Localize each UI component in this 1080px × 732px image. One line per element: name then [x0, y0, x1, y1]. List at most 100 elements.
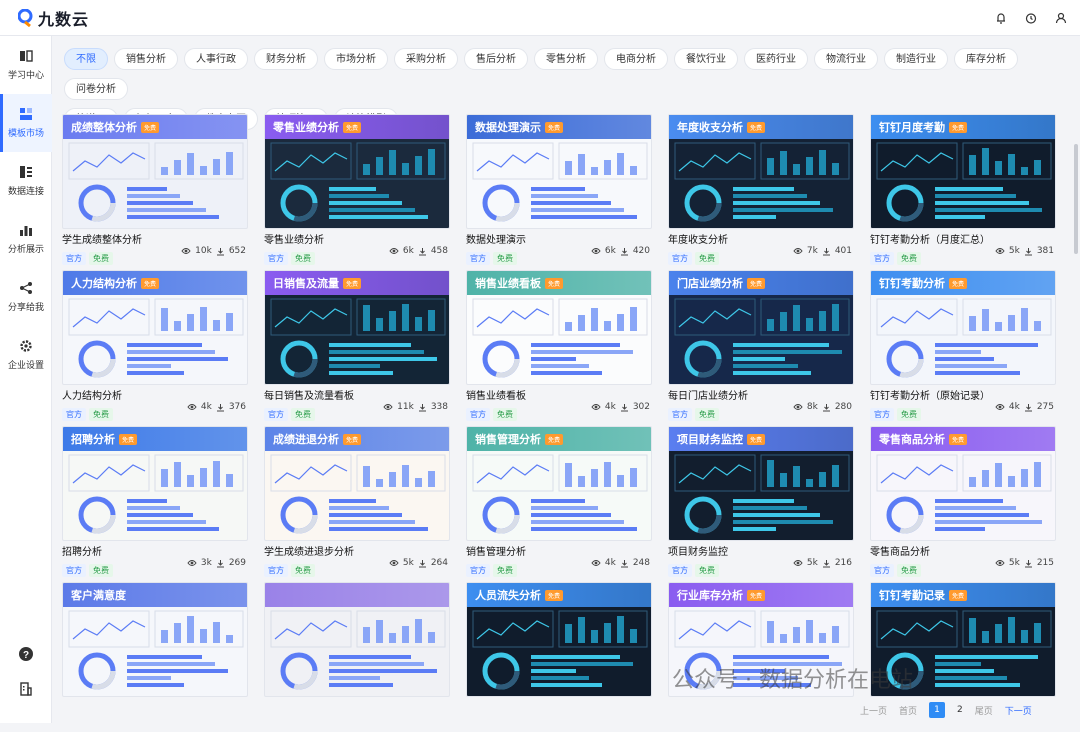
- download-icon: [1024, 559, 1032, 567]
- template-name[interactable]: 学生成绩整体分析: [62, 231, 142, 246]
- template-name[interactable]: 年度收支分析: [668, 231, 728, 246]
- template-card[interactable]: 零售业绩分析 免费 零售业绩分析 官方 免费 6k 458: [264, 114, 450, 265]
- template-thumbnail[interactable]: 成绩整体分析 免费: [62, 114, 248, 229]
- sidebar-item-enterprise[interactable]: 企业设置: [0, 326, 52, 384]
- user-icon[interactable]: [1052, 9, 1070, 27]
- filter-chip[interactable]: 市场分析: [324, 48, 388, 70]
- sidebar-item-data-connection[interactable]: 数据连接: [0, 152, 52, 210]
- template-thumbnail[interactable]: [264, 582, 450, 697]
- template-thumbnail[interactable]: 年度收支分析 免费: [668, 114, 854, 229]
- first-page-button[interactable]: 首页: [899, 704, 917, 717]
- filter-chip[interactable]: 采购分析: [394, 48, 458, 70]
- clock-icon[interactable]: [1022, 9, 1040, 27]
- template-thumbnail[interactable]: 数据处理演示 免费: [466, 114, 652, 229]
- template-thumbnail[interactable]: 零售商品分析 免费: [870, 426, 1056, 541]
- template-card[interactable]: 年度收支分析 免费 年度收支分析 官方 免费 7k 401: [668, 114, 854, 265]
- template-name[interactable]: 钉钉考勤分析（月度汇总）: [870, 231, 990, 246]
- prev-page-button[interactable]: 上一页: [860, 704, 887, 717]
- template-name[interactable]: 项目财务监控: [668, 543, 728, 558]
- template-card[interactable]: 成绩进退分析 免费 学生成绩进退步分析 官方 免费 5k 264: [264, 426, 450, 577]
- template-card[interactable]: 项目财务监控 免费 项目财务监控 官方 免费 5k 216: [668, 426, 854, 577]
- filter-chip[interactable]: 财务分析: [254, 48, 318, 70]
- view-count: 8k: [806, 402, 818, 412]
- template-thumbnail[interactable]: 人员流失分析 免费: [466, 582, 652, 697]
- card-meta: 官方 免费 10k 652: [62, 246, 248, 265]
- thumbnail-header: 零售商品分析 免费: [871, 427, 1055, 451]
- filter-chip[interactable]: 物流行业: [814, 48, 878, 70]
- template-card[interactable]: [264, 582, 450, 732]
- template-card[interactable]: 成绩整体分析 免费学生成绩整体分析 官方 免费 10k 652: [62, 114, 248, 265]
- template-name[interactable]: 销售管理分析: [466, 543, 526, 558]
- template-card[interactable]: 零售商品分析 免费 零售商品分析 官方 免费 5k 215: [870, 426, 1056, 577]
- sidebar-item-analysis[interactable]: 分析展示: [0, 210, 52, 268]
- official-tag: 官方: [264, 252, 288, 265]
- template-name[interactable]: 学生成绩进退步分析: [264, 543, 354, 558]
- view-count: 4k: [1008, 402, 1020, 412]
- scrollbar[interactable]: [1074, 144, 1078, 254]
- template-thumbnail[interactable]: 招聘分析 免费: [62, 426, 248, 541]
- sidebar-item-shared[interactable]: 分享给我: [0, 268, 52, 326]
- template-card[interactable]: 钉钉考勤分析 免费 钉钉考勤分析（原始记录） 官方 免费 4k 275: [870, 270, 1056, 421]
- sidebar-item-templates[interactable]: 模板市场: [0, 94, 52, 152]
- download-count: 302: [632, 402, 650, 412]
- template-name[interactable]: 每日门店业绩分析: [668, 387, 748, 402]
- template-thumbnail[interactable]: 门店业绩分析 免费: [668, 270, 854, 385]
- filter-chip[interactable]: 制造行业: [884, 48, 948, 70]
- share-icon: [20, 282, 32, 294]
- template-card[interactable]: 数据处理演示 免费 数据处理演示 官方 免费 6k 420: [466, 114, 652, 265]
- template-card[interactable]: 行业库存分析 免费: [668, 582, 854, 732]
- next-page-button[interactable]: 下一页: [1005, 704, 1032, 717]
- template-thumbnail[interactable]: 钉钉考勤分析 免费: [870, 270, 1056, 385]
- help-button[interactable]: ?: [0, 646, 52, 662]
- template-name[interactable]: 数据处理演示: [466, 231, 526, 246]
- template-card[interactable]: 门店业绩分析 免费 每日门店业绩分析 官方 免费 8k 280: [668, 270, 854, 421]
- filter-chip[interactable]: 库存分析: [954, 48, 1018, 70]
- template-card[interactable]: 人员流失分析 免费: [466, 582, 652, 732]
- filter-chip[interactable]: 人事行政: [184, 48, 248, 70]
- download-count: 652: [228, 246, 246, 256]
- page-1-button[interactable]: 1: [929, 702, 946, 718]
- bell-icon[interactable]: [992, 9, 1010, 27]
- filter-chip[interactable]: 问卷分析: [64, 78, 128, 100]
- template-thumbnail[interactable]: 钉钉月度考勤 免费: [870, 114, 1056, 229]
- filter-chip[interactable]: 医药行业: [744, 48, 808, 70]
- page-2-button[interactable]: 2: [957, 705, 963, 715]
- template-thumbnail[interactable]: 零售业绩分析 免费: [264, 114, 450, 229]
- template-card[interactable]: 钉钉月度考勤 免费 钉钉考勤分析（月度汇总） 官方 免费 5k 381: [870, 114, 1056, 265]
- template-thumbnail[interactable]: 成绩进退分析 免费: [264, 426, 450, 541]
- template-name[interactable]: 招聘分析: [62, 543, 102, 558]
- template-thumbnail[interactable]: 销售管理分析 免费: [466, 426, 652, 541]
- template-thumbnail[interactable]: 日销售及流量 免费: [264, 270, 450, 385]
- top-bar: 九数云: [0, 0, 1080, 36]
- filter-chip[interactable]: 销售分析: [114, 48, 178, 70]
- template-name[interactable]: 人力结构分析: [62, 387, 122, 402]
- download-count: 215: [1036, 558, 1054, 568]
- book-icon: [20, 50, 33, 62]
- free-badge: 免费: [747, 121, 766, 133]
- filter-chip[interactable]: 售后分析: [464, 48, 528, 70]
- company-button[interactable]: [0, 682, 52, 696]
- filter-chip[interactable]: 电商分析: [604, 48, 668, 70]
- template-card[interactable]: 销售业绩看板 免费 销售业绩看板 官方 免费 4k 302: [466, 270, 652, 421]
- template-card[interactable]: 销售管理分析 免费 销售管理分析 官方 免费 4k 248: [466, 426, 652, 577]
- template-thumbnail[interactable]: 客户满意度: [62, 582, 248, 697]
- template-thumbnail[interactable]: 销售业绩看板 免费: [466, 270, 652, 385]
- last-page-button[interactable]: 尾页: [975, 704, 993, 717]
- template-name[interactable]: 零售商品分析: [870, 543, 930, 558]
- view-count: 6k: [604, 246, 616, 256]
- template-card[interactable]: 人力结构分析 免费 人力结构分析 官方 免费 4k 376: [62, 270, 248, 421]
- template-card[interactable]: 招聘分析 免费 招聘分析 官方 免费 3k 269: [62, 426, 248, 577]
- template-name[interactable]: 每日销售及流量看板: [264, 387, 354, 402]
- app-logo[interactable]: 九数云: [17, 6, 89, 30]
- filter-chip[interactable]: 餐饮行业: [674, 48, 738, 70]
- sidebar-item-learning[interactable]: 学习中心: [0, 36, 52, 94]
- template-name[interactable]: 零售业绩分析: [264, 231, 324, 246]
- template-name[interactable]: 销售业绩看板: [466, 387, 526, 402]
- template-thumbnail[interactable]: 项目财务监控 免费: [668, 426, 854, 541]
- template-card[interactable]: 客户满意度: [62, 582, 248, 732]
- template-thumbnail[interactable]: 人力结构分析 免费: [62, 270, 248, 385]
- filter-chip[interactable]: 不限: [64, 48, 108, 70]
- template-card[interactable]: 日销售及流量 免费 每日销售及流量看板 官方 免费 11k 338: [264, 270, 450, 421]
- filter-chip[interactable]: 零售分析: [534, 48, 598, 70]
- template-name[interactable]: 钉钉考勤分析（原始记录）: [870, 387, 990, 402]
